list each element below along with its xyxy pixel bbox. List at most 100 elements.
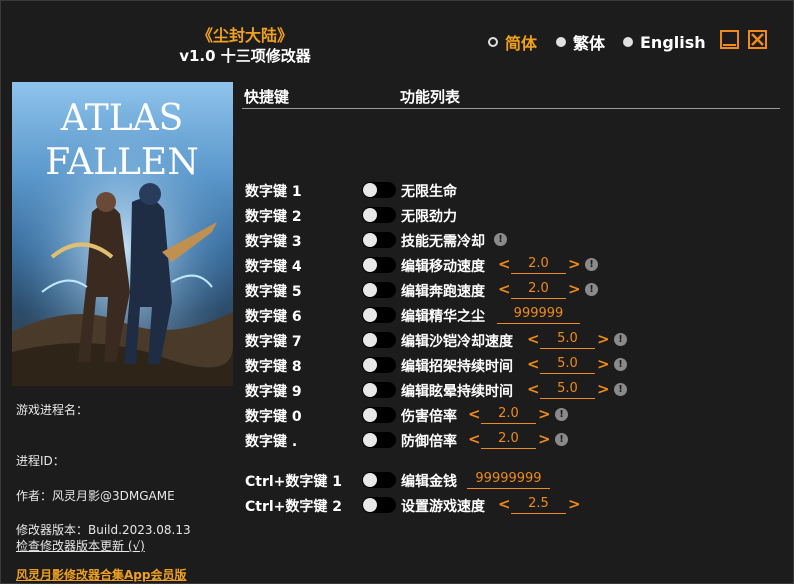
increase-arrow[interactable]: >: [597, 355, 610, 373]
cheat-toggle[interactable]: [362, 497, 396, 513]
game-title: 《尘封大陆》: [196, 26, 293, 45]
cheat-toggle[interactable]: [362, 407, 396, 423]
cheat-name: 编辑精华之尘: [401, 309, 485, 325]
info-icon[interactable]: !: [585, 258, 598, 271]
hotkey-label: Ctrl+数字键 2: [245, 499, 343, 515]
cheat-toggle[interactable]: [362, 357, 396, 373]
value-field[interactable]: 99999999: [467, 471, 550, 489]
hotkey-label: 数字键 .: [245, 434, 298, 450]
cover-title-line2: FALLEN: [45, 142, 198, 183]
toggle-knob: [363, 408, 377, 422]
cheat-row: 数字键 4 编辑移动速度 <2.0 >!: [0, 254, 794, 276]
cheat-row: 数字键 3 技能无需冷却!: [0, 229, 794, 251]
app-member-link[interactable]: 风灵月影修改器合集App会员版: [16, 566, 186, 583]
header-divider: [242, 108, 780, 109]
increase-arrow[interactable]: >: [568, 495, 581, 513]
increase-arrow[interactable]: >: [538, 405, 551, 423]
cheat-name: 编辑沙铠冷却速度: [401, 334, 513, 350]
decrease-arrow[interactable]: <: [468, 430, 481, 448]
minimize-button[interactable]: [720, 30, 739, 49]
decrease-arrow[interactable]: <: [468, 405, 481, 423]
cheat-row: 数字键 6 编辑精华之尘 999999: [0, 304, 794, 326]
decrease-arrow[interactable]: <: [498, 495, 511, 513]
radio-selected-icon: [488, 37, 498, 47]
value-field[interactable]: 2.0: [481, 406, 536, 424]
cheat-toggle[interactable]: [362, 472, 396, 488]
hotkey-label: 数字键 3: [245, 234, 302, 250]
close-icon: [751, 33, 764, 46]
decrease-arrow[interactable]: <: [527, 355, 540, 373]
cheat-toggle[interactable]: [362, 257, 396, 273]
cheat-toggle[interactable]: [362, 232, 396, 248]
cheat-toggle[interactable]: [362, 182, 396, 198]
lang-simplified[interactable]: 简体: [488, 32, 537, 53]
hotkey-label: 数字键 5: [245, 284, 302, 300]
cheat-toggle[interactable]: [362, 207, 396, 223]
value-field[interactable]: 2.0: [481, 431, 536, 449]
value-field[interactable]: 5.0: [540, 381, 595, 399]
cheat-toggle[interactable]: [362, 382, 396, 398]
hotkey-label: 数字键 0: [245, 409, 302, 425]
toggle-knob: [363, 383, 377, 397]
increase-arrow[interactable]: >: [568, 255, 581, 273]
toggle-knob: [363, 283, 377, 297]
lang-traditional[interactable]: 繁体: [556, 32, 605, 53]
toggle-knob: [363, 498, 377, 512]
info-icon[interactable]: !: [614, 333, 627, 346]
cheat-row: 数字键 2 无限劲力: [0, 204, 794, 226]
increase-arrow[interactable]: >: [538, 430, 551, 448]
cheat-toggle[interactable]: [362, 282, 396, 298]
hotkey-label: 数字键 8: [245, 359, 302, 375]
cheat-toggle[interactable]: [362, 432, 396, 448]
increase-arrow[interactable]: >: [597, 380, 610, 398]
increase-arrow[interactable]: >: [568, 280, 581, 298]
close-button[interactable]: [748, 30, 767, 49]
hotkey-label: 数字键 1: [245, 184, 302, 200]
cheat-name: 设置游戏速度: [401, 499, 485, 515]
lang-english[interactable]: English: [623, 32, 706, 52]
cheat-row: 数字键 . 防御倍率 <2.0 >!: [0, 429, 794, 451]
info-icon[interactable]: !: [555, 408, 568, 421]
toggle-knob: [363, 233, 377, 247]
cheat-row: 数字键 0 伤害倍率 <2.0 >!: [0, 404, 794, 426]
cheat-name: 编辑金钱: [401, 474, 457, 490]
cheat-name: 编辑眩晕持续时间: [401, 384, 513, 400]
value-field[interactable]: 2.5: [511, 496, 566, 514]
decrease-arrow[interactable]: <: [527, 330, 540, 348]
info-icon[interactable]: !: [614, 358, 627, 371]
toggle-knob: [363, 333, 377, 347]
toggle-knob: [363, 208, 377, 222]
decrease-arrow[interactable]: <: [498, 255, 511, 273]
info-icon[interactable]: !: [555, 433, 568, 446]
cheat-toggle[interactable]: [362, 332, 396, 348]
toggle-knob: [363, 183, 377, 197]
value-field[interactable]: 2.0: [511, 281, 566, 299]
decrease-arrow[interactable]: <: [527, 380, 540, 398]
check-update-link[interactable]: 检查修改器版本更新 (√): [16, 537, 145, 554]
cheat-name: 编辑移动速度: [401, 259, 485, 275]
hotkey-label: Ctrl+数字键 1: [245, 474, 343, 490]
cheat-row: Ctrl+数字键 1 编辑金钱 99999999: [0, 469, 794, 491]
value-field[interactable]: 5.0: [540, 356, 595, 374]
cheat-name: 伤害倍率: [401, 409, 457, 425]
increase-arrow[interactable]: >: [597, 330, 610, 348]
radio-icon: [556, 37, 566, 47]
info-icon[interactable]: !: [614, 383, 627, 396]
decrease-arrow[interactable]: <: [498, 280, 511, 298]
cheat-name: 编辑奔跑速度: [401, 284, 485, 300]
cheat-toggle[interactable]: [362, 307, 396, 323]
hotkey-column-header: 快捷键: [244, 88, 290, 106]
cheat-name: 编辑招架持续时间: [401, 359, 513, 375]
process-id-label: 进程ID：: [16, 454, 65, 468]
value-field[interactable]: 5.0: [540, 331, 595, 349]
radio-icon: [623, 37, 633, 47]
info-icon[interactable]: !: [585, 283, 598, 296]
cheat-row: 数字键 1 无限生命: [0, 179, 794, 201]
value-field[interactable]: 2.0: [511, 256, 566, 274]
cheat-name: 技能无需冷却: [401, 234, 485, 250]
function-column-header: 功能列表: [400, 88, 461, 106]
version-label: 修改器版本：Build.2023.08.13: [16, 523, 191, 537]
info-icon[interactable]: !: [494, 233, 507, 246]
value-field[interactable]: 999999: [497, 306, 580, 324]
cover-title-line1: ATLAS: [60, 98, 184, 139]
